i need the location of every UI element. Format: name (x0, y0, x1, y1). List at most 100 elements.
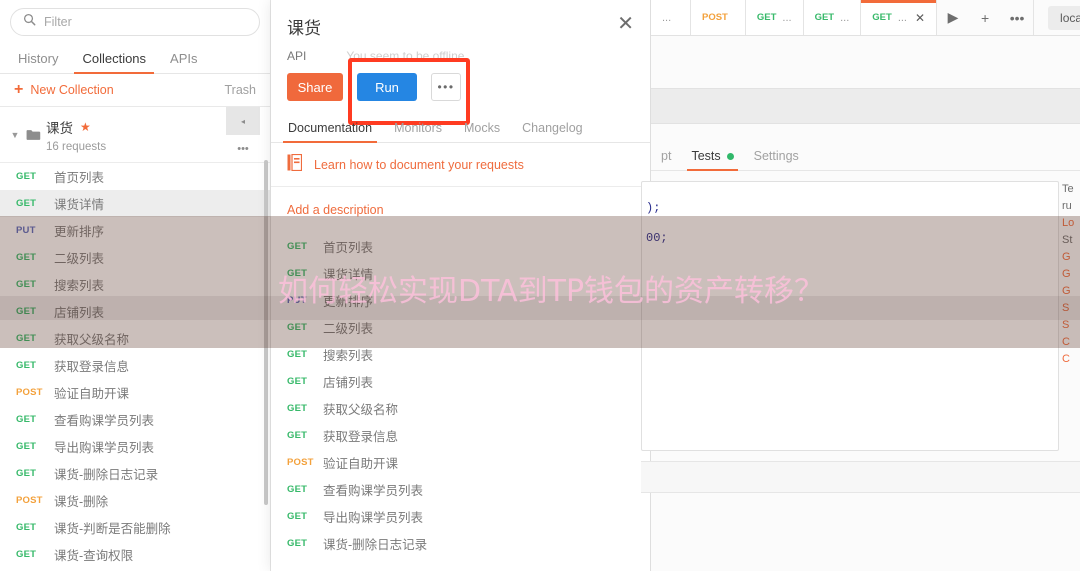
folder-icon (22, 129, 44, 141)
environment-selector[interactable]: local (1048, 5, 1080, 30)
request-method: GET (287, 268, 308, 279)
request-name: 课货详情 (54, 198, 105, 212)
panel-request-row[interactable]: PUT 更新排序 (271, 287, 650, 314)
snippet-item[interactable]: S (1062, 317, 1080, 334)
run-button[interactable]: Run (357, 73, 417, 101)
sidebar-request-row[interactable]: GET 查看购课学员列表 (0, 406, 270, 433)
request-method: GET (16, 522, 37, 533)
request-method: GET (16, 360, 37, 371)
sidebar-request-row[interactable]: GET 课货详情 (0, 190, 270, 217)
collection-collapse-button[interactable]: ◂ (226, 107, 260, 135)
panel-request-list: GET 首页列表 GET 课货详情 PUT 更新排序 GET 二级列表 GET 搜索列表 GET 店铺… (271, 233, 650, 557)
tab-documentation[interactable]: Documentation (277, 121, 383, 143)
panel-request-row[interactable]: GET 首页列表 (271, 233, 650, 260)
search-input[interactable] (44, 15, 247, 29)
collapse-caret-icon[interactable]: ▼ (8, 130, 22, 140)
tab-changelog[interactable]: Changelog (511, 121, 593, 142)
snippet-item[interactable]: G (1062, 283, 1080, 300)
tab-tests[interactable]: Tests (681, 149, 743, 171)
search-icon (23, 13, 36, 31)
sidebar-request-row[interactable]: GET 导出购课学员列表 (0, 433, 270, 460)
tab-history[interactable]: History (6, 52, 70, 73)
offline-status-text: You seem to be offline (346, 49, 465, 63)
tab-apis[interactable]: APIs (158, 52, 209, 73)
request-name: 课货-删除日志记录 (54, 468, 159, 482)
collection-more-button[interactable]: ••• (226, 135, 260, 163)
tab-settings[interactable]: Settings (744, 149, 809, 170)
request-method: POST (16, 495, 43, 506)
collection-name: 课货 (46, 120, 73, 136)
panel-request-row[interactable]: GET 获取父级名称 (271, 395, 650, 422)
sidebar-request-row[interactable]: GET 课货-查询权限 (0, 541, 270, 568)
sidebar-request-row[interactable]: GET 课货-判断是否能删除 (0, 514, 270, 541)
sidebar-request-row[interactable]: PUT 更新排序 (0, 217, 270, 244)
request-name: 店铺列表 (323, 376, 374, 390)
panel-request-row[interactable]: GET 搜索列表 (271, 341, 650, 368)
url-bar[interactable] (651, 88, 1080, 124)
panel-more-button[interactable]: ••• (431, 73, 461, 101)
sidebar-request-row[interactable]: GET 首页列表 (0, 163, 270, 190)
workspace-tabs: ... POST GET... GET... GET... ✕ (651, 0, 938, 35)
sidebar-search-wrap (0, 0, 270, 42)
panel-request-row[interactable]: GET 店铺列表 (271, 368, 650, 395)
workspace-tab[interactable]: GET... (803, 0, 862, 35)
request-method: GET (287, 430, 308, 441)
tests-status-dot (726, 153, 734, 161)
collection-requests-count: 16 requests (46, 140, 107, 153)
trash-button[interactable]: Trash (225, 83, 257, 97)
tab-collections[interactable]: Collections (70, 52, 158, 74)
sidebar-request-row[interactable]: POST 课货-删除 (0, 487, 270, 514)
panel-request-row[interactable]: GET 课货详情 (271, 260, 650, 287)
sidebar-request-row[interactable]: GET 二级列表 (0, 244, 270, 271)
sidebar-request-row[interactable]: GET 获取登录信息 (0, 352, 270, 379)
workspace-tab[interactable]: GET... (745, 0, 804, 35)
panel-request-row[interactable]: GET 查看购课学员列表 (271, 476, 650, 503)
panel-request-row[interactable]: GET 课货-删除日志记录 (271, 530, 650, 557)
ellipsis-icon: ••• (237, 143, 249, 155)
sidebar-request-row[interactable]: GET 店铺列表 (0, 298, 270, 325)
new-collection-button[interactable]: + New Collection (14, 82, 114, 98)
request-name: 获取登录信息 (323, 430, 399, 444)
workspace-tab[interactable]: ... (651, 0, 691, 35)
workspace-tab-method: GET (756, 12, 777, 23)
snippet-item[interactable]: G (1062, 266, 1080, 283)
request-method: GET (16, 252, 37, 263)
sidebar-request-row[interactable]: GET 课货-删除日志记录 (0, 460, 270, 487)
panel-request-row[interactable]: GET 获取登录信息 (271, 422, 650, 449)
request-method: GET (287, 484, 308, 495)
snippet-item[interactable]: C (1062, 334, 1080, 351)
sidebar-request-list: GET 首页列表 GET 课货详情 PUT 更新排序 GET 二级列表 GET 搜索列表 GET 店铺… (0, 163, 270, 568)
panel-request-row[interactable]: POST 验证自助开课 (271, 449, 650, 476)
workspace-tab[interactable]: POST (691, 0, 746, 35)
tab-more-icon[interactable]: ••• (1001, 0, 1033, 36)
panel-request-row[interactable]: GET 导出购课学员列表 (271, 503, 650, 530)
workspace-tab[interactable]: GET... ✕ (861, 0, 938, 35)
tab-mocks[interactable]: Mocks (453, 121, 511, 142)
workspace-tab-name: ... (897, 11, 907, 24)
new-tab-icon[interactable]: + (969, 0, 1001, 36)
star-icon[interactable]: ★ (80, 120, 91, 134)
snippet-item[interactable]: G (1062, 249, 1080, 266)
snippet-item[interactable]: C (1062, 351, 1080, 368)
add-description-link[interactable]: Add a description (287, 203, 384, 217)
learn-documentation-link[interactable]: Learn how to document your requests (314, 158, 524, 172)
workspace-tab-close-icon[interactable]: ✕ (915, 11, 925, 25)
share-button[interactable]: Share (287, 73, 343, 101)
code-editor[interactable]: ); 00; (641, 181, 1059, 451)
snippet-item[interactable]: S (1062, 300, 1080, 317)
sidebar-request-row[interactable]: GET 搜索列表 (0, 271, 270, 298)
collection-row[interactable]: ▼ 课货 ★ 16 requests ◂ ••• (0, 107, 270, 163)
tab-prerequest-script[interactable]: pt (651, 149, 681, 170)
search-box[interactable] (10, 8, 260, 36)
runner-play-icon[interactable]: ▶ (937, 0, 969, 36)
tab-monitors[interactable]: Monitors (383, 121, 453, 142)
sidebar: History Collections APIs + New Collectio… (0, 0, 271, 571)
sidebar-request-row[interactable]: GET 获取父级名称 (0, 325, 270, 352)
sidebar-tabs: History Collections APIs (0, 42, 270, 74)
sidebar-scrollbar[interactable] (264, 160, 268, 505)
snippet-item[interactable]: Lo (1062, 215, 1080, 232)
panel-request-row[interactable]: GET 二级列表 (271, 314, 650, 341)
collection-detail-panel: 课货 ✕ API You seem to be offline Share Ru… (271, 0, 651, 571)
sidebar-request-row[interactable]: POST 验证自助开课 (0, 379, 270, 406)
close-icon[interactable]: ✕ (617, 14, 634, 34)
